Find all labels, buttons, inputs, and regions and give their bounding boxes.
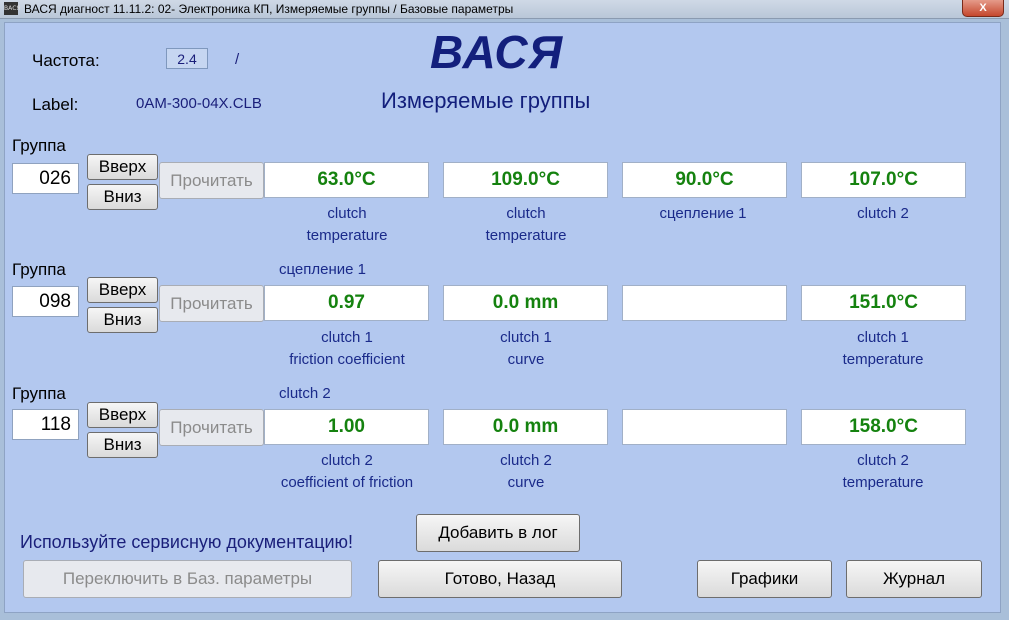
- freq-value: 2.4: [166, 48, 208, 69]
- graphs-button[interactable]: Графики: [697, 560, 832, 598]
- window-title: ВАСЯ диагност 11.11.2: 02- Электроника К…: [24, 2, 514, 16]
- value-field: 90.0°C: [622, 162, 787, 198]
- client-area: Частота: 2.4 / Label: 0AM-300-04X.CLB ВА…: [4, 22, 1001, 613]
- value-description: clutch 2 curve: [500, 452, 552, 491]
- freq-separator: /: [235, 51, 240, 68]
- value-description: clutch 1 friction coefficient: [289, 329, 405, 368]
- value-description: clutch 2 coefficient of friction: [280, 452, 414, 491]
- value-description: clutch temperature: [485, 205, 567, 244]
- value-field: 1.00: [264, 409, 429, 445]
- switch-basic-params-button[interactable]: Переключить в Баз. параметры: [23, 560, 352, 598]
- group-number-input[interactable]: 118: [12, 409, 79, 440]
- group-read-button[interactable]: Прочитать: [159, 162, 264, 199]
- value-field: 0.0 mm: [443, 409, 608, 445]
- group-label: Группа: [12, 260, 66, 279]
- group-number-input[interactable]: 026: [12, 163, 79, 194]
- value-field: 63.0°C: [264, 162, 429, 198]
- group-down-button[interactable]: Вниз: [87, 307, 158, 333]
- close-button[interactable]: X: [962, 0, 1004, 17]
- label-label: Label:: [32, 95, 79, 114]
- value-description: clutch 2: [857, 205, 909, 222]
- journal-button[interactable]: Журнал: [846, 560, 982, 598]
- group-title: сцепление 1: [279, 261, 366, 278]
- group-label: Группа: [12, 136, 66, 155]
- group-down-button[interactable]: Вниз: [87, 432, 158, 458]
- label-value: 0AM-300-04X.CLB: [136, 95, 262, 112]
- value-description: clutch temperature: [306, 205, 388, 244]
- value-field: [622, 409, 787, 445]
- value-field: 107.0°C: [801, 162, 966, 198]
- value-description: clutch 2 temperature: [842, 452, 924, 491]
- group-read-button[interactable]: Прочитать: [159, 285, 264, 322]
- group-title: clutch 2: [279, 385, 331, 402]
- value-field: 151.0°C: [801, 285, 966, 321]
- group-number-input[interactable]: 098: [12, 286, 79, 317]
- service-notice: Используйте сервисную документацию!: [20, 532, 354, 552]
- value-field: 158.0°C: [801, 409, 966, 445]
- value-field: 0.0 mm: [443, 285, 608, 321]
- group-up-button[interactable]: Вверх: [87, 154, 158, 180]
- group-down-button[interactable]: Вниз: [87, 184, 158, 210]
- value-description: clutch 1 curve: [500, 329, 552, 368]
- value-field: 0.97: [264, 285, 429, 321]
- value-field: 109.0°C: [443, 162, 608, 198]
- freq-label: Частота:: [32, 51, 100, 70]
- value-description: clutch 1 temperature: [842, 329, 924, 368]
- app-logo: ВАСЯ: [430, 26, 564, 78]
- group-up-button[interactable]: Вверх: [87, 277, 158, 303]
- group-label: Группа: [12, 384, 66, 403]
- value-field: [622, 285, 787, 321]
- add-to-log-button[interactable]: Добавить в лог: [416, 514, 580, 552]
- title-bar: ВАСЯ ВАСЯ диагност 11.11.2: 02- Электрон…: [0, 0, 1009, 19]
- value-description: сцепление 1: [659, 205, 747, 222]
- page-title: Измеряемые группы: [381, 88, 591, 113]
- group-up-button[interactable]: Вверх: [87, 402, 158, 428]
- done-back-button[interactable]: Готово, Назад: [378, 560, 622, 598]
- app-icon: ВАСЯ: [4, 2, 21, 15]
- group-read-button[interactable]: Прочитать: [159, 409, 264, 446]
